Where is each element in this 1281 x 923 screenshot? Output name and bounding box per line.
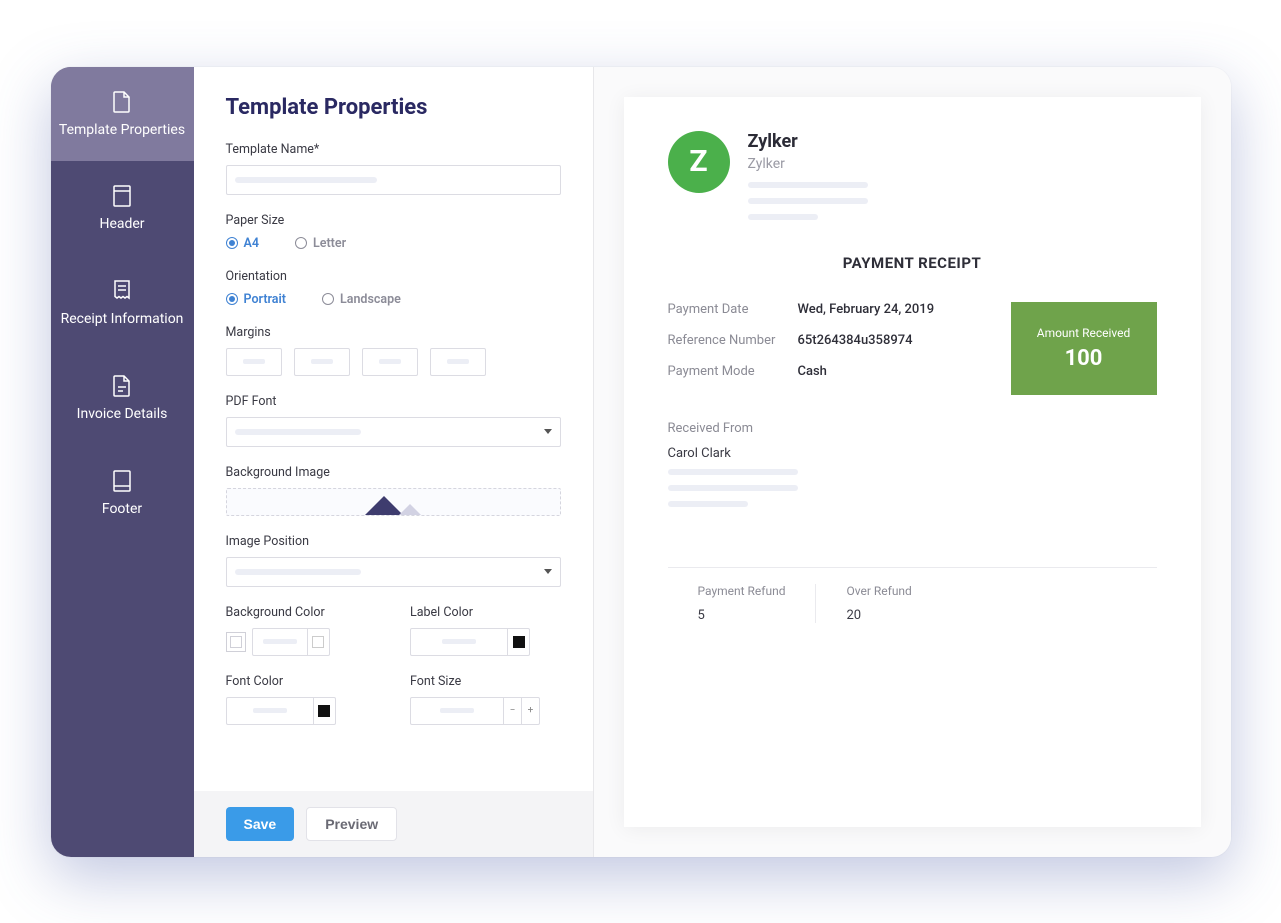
received-from-name: Carol Clark <box>668 446 1157 461</box>
reference-number-label: Reference Number <box>668 333 798 348</box>
over-refund-value: 20 <box>846 608 911 623</box>
sidebar-item-receipt-information[interactable]: Receipt Information <box>51 256 194 351</box>
orientation-label: Orientation <box>226 269 561 284</box>
receipt-preview: Z Zylker Zylker PAYMENT RECEIPT Payment … <box>624 97 1201 827</box>
field-paper-size: Paper Size A4 Letter <box>226 213 561 251</box>
payment-date-label: Payment Date <box>668 302 798 317</box>
paper-size-label: Paper Size <box>226 213 561 228</box>
refund-section: Payment Refund 5 Over Refund 20 <box>668 567 1157 623</box>
payment-refund-value: 5 <box>698 608 786 623</box>
amount-received-label: Amount Received <box>1021 326 1147 340</box>
sidebar-item-label: Invoice Details <box>77 405 168 424</box>
payment-mode-label: Payment Mode <box>668 364 798 379</box>
document-icon <box>113 89 131 115</box>
receipt-icon <box>113 278 131 304</box>
font-size-input[interactable]: − + <box>410 697 540 725</box>
field-pdf-font: PDF Font <box>226 394 561 447</box>
sidebar-item-label: Footer <box>102 500 142 519</box>
label-color-label: Label Color <box>410 605 561 620</box>
background-image-upload[interactable] <box>226 488 561 516</box>
margin-left-input[interactable] <box>430 348 486 376</box>
received-from-label: Received From <box>668 421 1157 436</box>
app-window: Template Properties Header Receipt Infor… <box>51 67 1231 857</box>
field-font-color: Font Color <box>226 674 377 725</box>
company-logo: Z <box>668 131 730 193</box>
over-refund-label: Over Refund <box>846 584 911 598</box>
font-size-decrease[interactable]: − <box>503 698 521 724</box>
field-background-color: Background Color <box>226 605 377 656</box>
amount-received-value: 100 <box>1021 346 1147 371</box>
form-footer: Save Preview <box>194 791 593 857</box>
field-image-position: Image Position <box>226 534 561 587</box>
field-font-size: Font Size − + <box>410 674 561 725</box>
background-color-input[interactable] <box>252 628 330 656</box>
form-panel: Template Properties Template Name* Paper… <box>194 67 594 857</box>
sidebar-item-label: Header <box>99 215 144 234</box>
orientation-portrait[interactable]: Portrait <box>226 292 286 307</box>
image-position-label: Image Position <box>226 534 561 549</box>
pdf-font-select[interactable] <box>226 417 561 447</box>
field-orientation: Orientation Portrait Landscape <box>226 269 561 307</box>
paper-size-letter[interactable]: Letter <box>295 236 346 251</box>
background-color-swatch-picker[interactable] <box>226 632 246 652</box>
font-color-input[interactable] <box>226 697 336 725</box>
pdf-font-label: PDF Font <box>226 394 561 409</box>
margin-bottom-input[interactable] <box>362 348 418 376</box>
preview-button[interactable]: Preview <box>306 807 397 841</box>
font-size-label: Font Size <box>410 674 561 689</box>
margins-label: Margins <box>226 325 561 340</box>
template-name-input[interactable] <box>226 165 561 195</box>
image-position-select[interactable] <box>226 557 561 587</box>
template-name-label: Template Name* <box>226 142 561 157</box>
margin-top-input[interactable] <box>226 348 282 376</box>
header-icon <box>113 183 131 209</box>
amount-received-box: Amount Received 100 <box>1011 302 1157 395</box>
label-color-input[interactable] <box>410 628 530 656</box>
sidebar-item-label: Receipt Information <box>61 310 184 329</box>
footer-icon <box>113 468 131 494</box>
company-sub: Zylker <box>748 156 1157 172</box>
company-name: Zylker <box>748 131 1157 152</box>
sidebar-item-header[interactable]: Header <box>51 161 194 256</box>
page-title: Template Properties <box>226 95 561 120</box>
image-placeholder-icon <box>396 504 424 516</box>
font-size-increase[interactable]: + <box>521 698 539 724</box>
payment-mode-value: Cash <box>798 364 827 379</box>
sidebar-item-invoice-details[interactable]: Invoice Details <box>51 351 194 446</box>
chevron-down-icon <box>544 569 552 574</box>
sidebar: Template Properties Header Receipt Infor… <box>51 67 194 857</box>
sidebar-item-label: Template Properties <box>59 121 185 140</box>
field-label-color: Label Color <box>410 605 561 656</box>
orientation-landscape[interactable]: Landscape <box>322 292 401 307</box>
payment-date-value: Wed, February 24, 2019 <box>798 302 935 317</box>
receipt-title: PAYMENT RECEIPT <box>668 254 1157 272</box>
field-template-name: Template Name* <box>226 142 561 195</box>
invoice-icon <box>113 373 131 399</box>
field-margins: Margins <box>226 325 561 376</box>
paper-size-a4[interactable]: A4 <box>226 236 260 251</box>
field-background-image: Background Image <box>226 465 561 516</box>
payment-refund-label: Payment Refund <box>698 584 786 598</box>
preview-panel: Z Zylker Zylker PAYMENT RECEIPT Payment … <box>594 67 1231 857</box>
background-color-label: Background Color <box>226 605 377 620</box>
background-image-label: Background Image <box>226 465 561 480</box>
font-color-label: Font Color <box>226 674 377 689</box>
save-button[interactable]: Save <box>226 807 295 841</box>
reference-number-value: 65t264384u358974 <box>798 333 913 348</box>
sidebar-item-template-properties[interactable]: Template Properties <box>51 67 194 162</box>
chevron-down-icon <box>544 429 552 434</box>
sidebar-item-footer[interactable]: Footer <box>51 446 194 541</box>
margin-right-input[interactable] <box>294 348 350 376</box>
